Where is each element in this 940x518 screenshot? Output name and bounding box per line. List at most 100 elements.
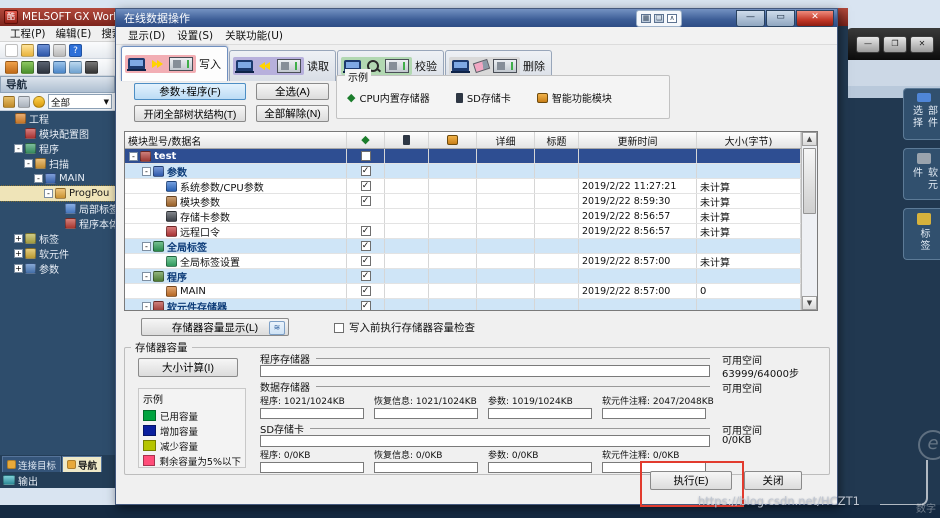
tree-expander-icon[interactable]: - — [44, 189, 53, 198]
double-chevron-down-icon[interactable]: ≋ — [269, 321, 285, 335]
window-icon[interactable] — [53, 61, 66, 74]
row-title-cell — [535, 284, 579, 298]
menu-item[interactable]: 编辑(E) — [52, 26, 96, 41]
layout-grid-icon[interactable]: ▦ — [641, 14, 651, 23]
tree-expander-icon[interactable]: + — [14, 234, 23, 243]
color-swatch-icon — [143, 440, 156, 451]
save-icon[interactable] — [37, 44, 50, 57]
print-icon[interactable] — [53, 44, 66, 57]
sidebar-item-标签[interactable]: +标签 — [0, 231, 115, 246]
table-row[interactable]: -系统参数/CPU参数✓2019/2/22 11:27:21未计算 — [125, 179, 803, 194]
sidebar-item-模块配置图[interactable]: -模块配置图 — [0, 126, 115, 141]
float-window-icon[interactable]: ❏ — [654, 14, 664, 23]
row-expander-icon[interactable]: - — [142, 302, 151, 311]
table-row[interactable]: -模块参数✓2019/2/22 8:59:30未计算 — [125, 194, 803, 209]
dock-tab-标签[interactable]: 标签 — [903, 208, 940, 260]
sidebar-item-程序[interactable]: -程序 — [0, 141, 115, 156]
tree-collapse-icon[interactable] — [3, 96, 15, 108]
tree-expander-icon[interactable]: - — [24, 159, 33, 168]
window2-icon[interactable] — [69, 61, 82, 74]
new-file-icon[interactable] — [5, 44, 18, 57]
find-binoculars-icon[interactable] — [85, 61, 98, 74]
deselect-all-button[interactable]: 全部解除(N) — [256, 105, 329, 122]
tree-expander-icon[interactable]: - — [14, 144, 23, 153]
capacity-check-checkbox[interactable] — [334, 323, 344, 333]
row-expander-icon[interactable]: - — [142, 242, 151, 251]
open-folder-icon[interactable] — [21, 44, 34, 57]
scroll-down-icon[interactable]: ▼ — [802, 296, 817, 310]
row-expander-icon[interactable]: - — [142, 272, 151, 281]
tree-expander-icon[interactable]: + — [14, 264, 23, 273]
row-checkbox[interactable]: ✓ — [361, 226, 371, 236]
table-row[interactable]: -test — [125, 149, 803, 164]
gear-icon[interactable] — [33, 96, 45, 108]
row-title-cell — [535, 254, 579, 268]
scrollbar-thumb[interactable] — [803, 148, 816, 214]
sidebar-item-局部标签[interactable]: -局部标签 — [0, 201, 115, 216]
module-icon[interactable] — [37, 61, 50, 74]
sidebar-item-ProgPou[interactable]: -ProgPou — [0, 186, 115, 201]
restore-icon[interactable]: ❐ — [883, 36, 907, 53]
tree-expander-icon[interactable]: + — [14, 249, 23, 258]
sidebar-item-软元件[interactable]: +软元件 — [0, 246, 115, 261]
size-calc-button[interactable]: 大小计算(I) — [138, 358, 238, 377]
dock-tab-软元件[interactable]: 软元件 — [903, 148, 940, 200]
dialog-menu-item[interactable]: 设置(S) — [173, 28, 217, 43]
sidebar-item-MAIN[interactable]: -MAIN — [0, 171, 115, 186]
table-row[interactable]: -参数✓ — [125, 164, 803, 179]
panel-tab-导航[interactable]: 导航 — [62, 456, 102, 472]
row-checkbox[interactable]: ✓ — [361, 181, 371, 191]
mode-tab-写入[interactable]: 写入 — [121, 46, 228, 81]
row-checkbox[interactable]: ✓ — [361, 196, 371, 206]
dialog-maximize-button[interactable]: ▭ — [766, 10, 795, 27]
table-row[interactable]: -存储卡参数2019/2/22 8:56:57未计算 — [125, 209, 803, 224]
memory-capacity-display-button[interactable]: 存储器容量显示(L) ≋ — [141, 318, 289, 336]
panel-tab-连接目标[interactable]: 连接目标 — [2, 456, 61, 472]
nav-filter-dropdown[interactable]: 全部 ▼ — [48, 94, 112, 109]
table-row[interactable]: -程序✓ — [125, 269, 803, 284]
select-all-button[interactable]: 全选(A) — [256, 83, 329, 100]
sidebar-item-程序本体[interactable]: -程序本体 — [0, 216, 115, 231]
table-row[interactable]: -远程口令✓2019/2/22 8:56:57未计算 — [125, 224, 803, 239]
dialog-titlebar[interactable]: 在线数据操作 ▦ ❏ ∧ — ▭ ✕ — [116, 9, 837, 27]
sidebar-item-扫描[interactable]: -扫描 — [0, 156, 115, 171]
dock-tab-部件选择[interactable]: 部件选择 — [903, 88, 940, 140]
row-checkbox[interactable] — [361, 151, 371, 161]
table-row[interactable]: -MAIN✓2019/2/22 8:57:000 — [125, 284, 803, 299]
row-checkbox[interactable]: ✓ — [361, 301, 371, 311]
mode-tab-读取[interactable]: 读取 — [229, 50, 336, 81]
save-as-icon[interactable] — [21, 61, 34, 74]
table-scrollbar[interactable]: ▲ ▼ — [801, 132, 817, 310]
row-checkbox[interactable]: ✓ — [361, 271, 371, 281]
tree-expand-icon[interactable] — [18, 96, 30, 108]
project-tree-icon[interactable] — [5, 61, 18, 74]
row-checkbox[interactable]: ✓ — [361, 166, 371, 176]
row-expander-icon[interactable]: - — [129, 152, 138, 161]
column-header — [385, 132, 429, 148]
minimize-icon[interactable]: — — [856, 36, 880, 53]
dialog-menu-item[interactable]: 显示(D) — [124, 28, 169, 43]
table-row[interactable]: -全局标签✓ — [125, 239, 803, 254]
collapse-icon[interactable]: ∧ — [667, 14, 677, 23]
row-expander-icon[interactable]: - — [142, 167, 151, 176]
table-row[interactable]: -全局标签设置✓2019/2/22 8:57:00未计算 — [125, 254, 803, 269]
sidebar-item-参数[interactable]: +参数 — [0, 261, 115, 276]
toggle-tree-button[interactable]: 开闭全部树状结构(T) — [134, 105, 246, 122]
close-button[interactable]: 关闭 — [744, 471, 802, 490]
tree-expander-icon[interactable]: - — [34, 174, 43, 183]
help-icon[interactable]: ? — [69, 44, 82, 57]
table-row[interactable]: -软元件存储器✓ — [125, 299, 803, 311]
dialog-close-button[interactable]: ✕ — [796, 10, 834, 27]
close-icon[interactable]: ✕ — [910, 36, 934, 53]
output-panel-header[interactable]: 输出 — [0, 472, 115, 488]
menu-item[interactable]: 工程(P) — [6, 26, 50, 41]
dialog-menu-item[interactable]: 关联功能(U) — [221, 28, 287, 43]
sidebar-item-工程[interactable]: -工程 — [0, 111, 115, 126]
row-checkbox[interactable]: ✓ — [361, 286, 371, 296]
scroll-up-icon[interactable]: ▲ — [802, 132, 817, 146]
row-checkbox[interactable]: ✓ — [361, 241, 371, 251]
dialog-minimize-button[interactable]: — — [736, 10, 765, 27]
param-program-button[interactable]: 参数+程序(F) — [134, 83, 246, 100]
row-checkbox[interactable]: ✓ — [361, 256, 371, 266]
row-name-cell: -MAIN — [125, 284, 347, 298]
